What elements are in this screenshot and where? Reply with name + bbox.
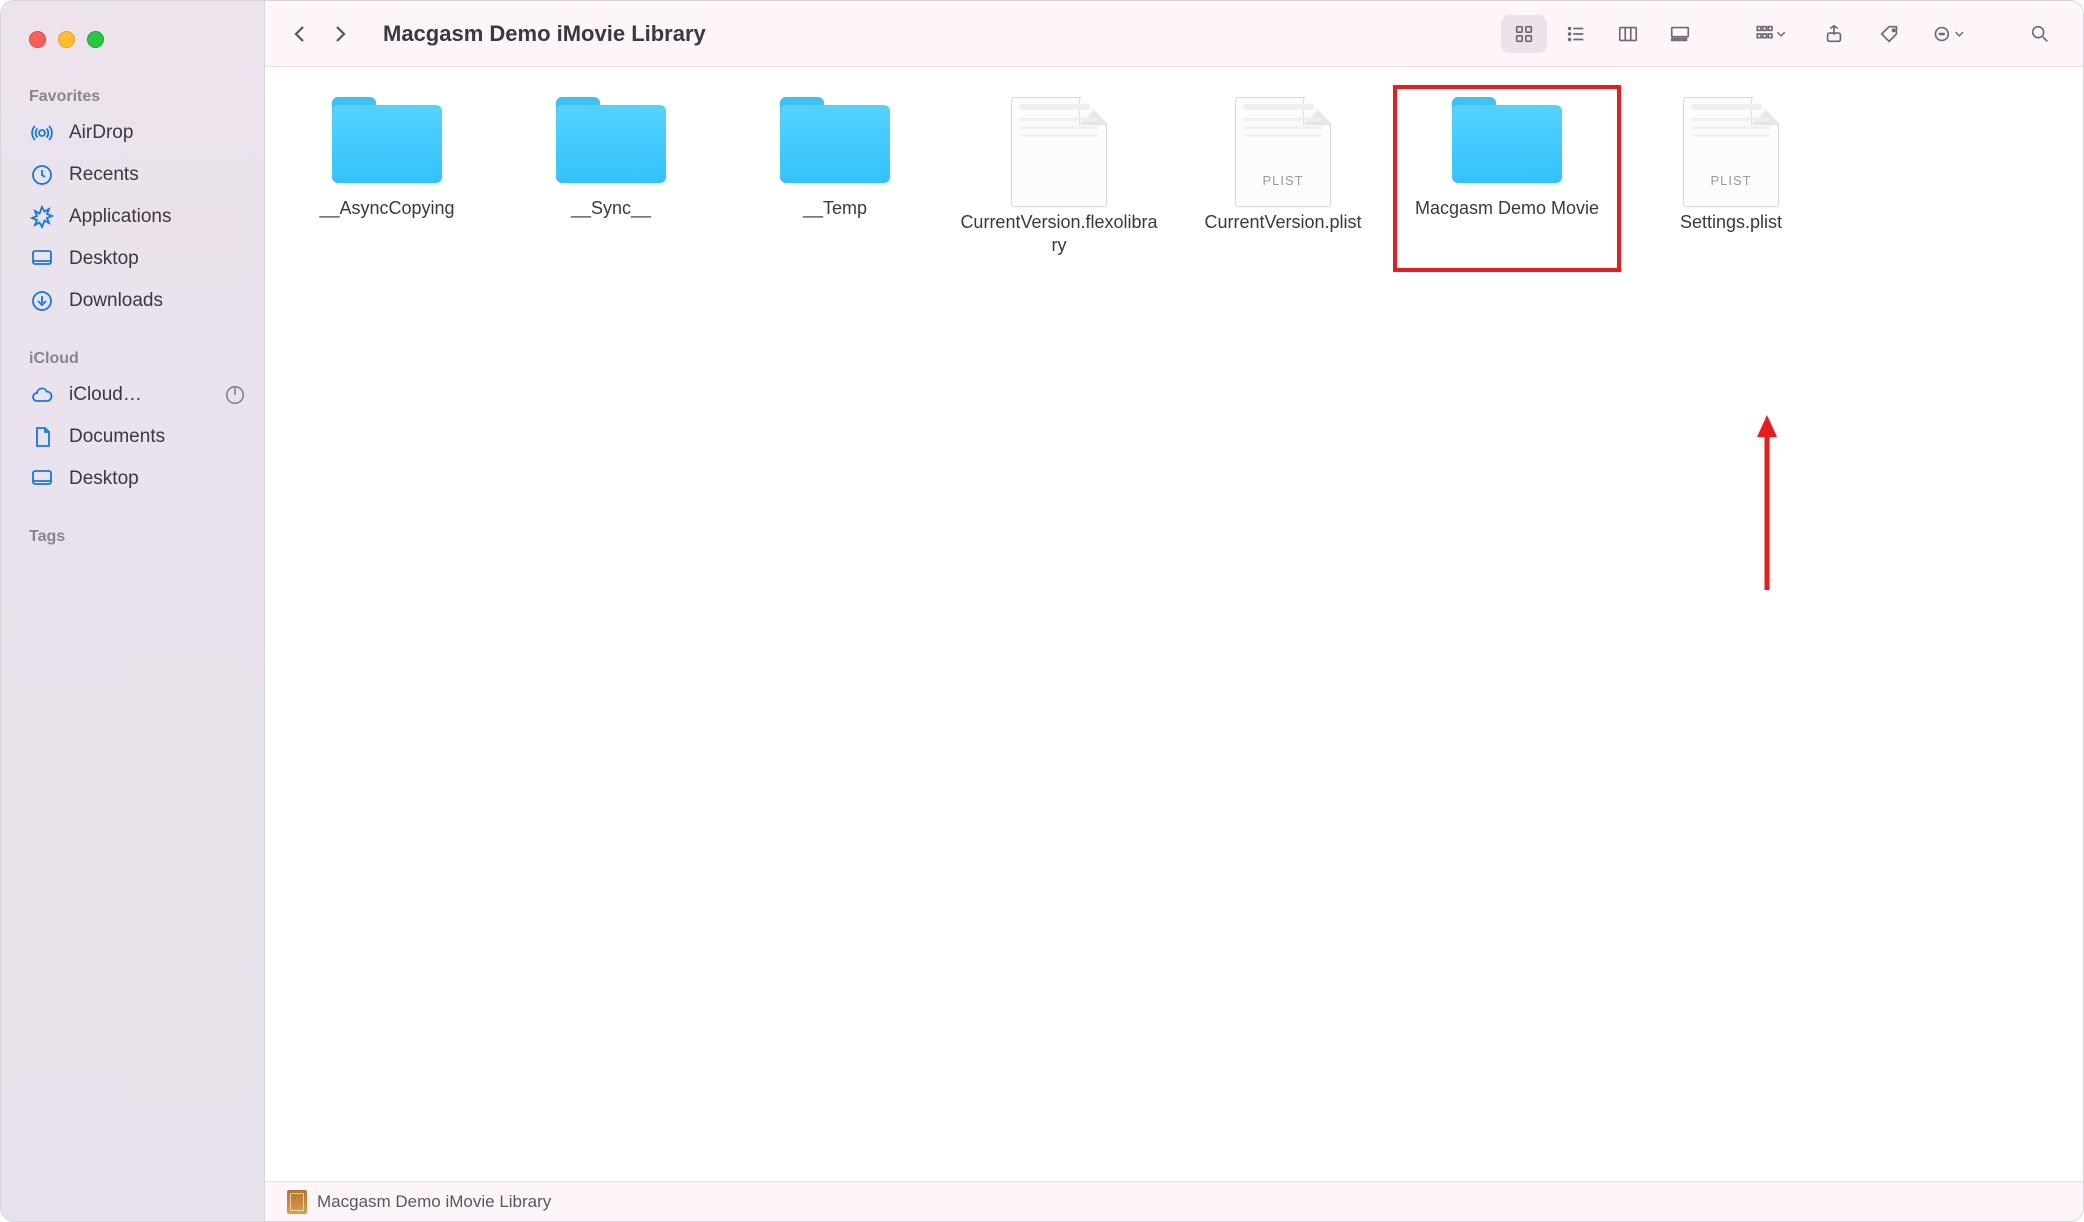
file-item[interactable]: PLIST CurrentVersion.plist bbox=[1171, 87, 1395, 270]
item-label: CurrentVersion.plist bbox=[1204, 211, 1361, 234]
sidebar: Favorites AirDrop Recents bbox=[1, 1, 265, 1221]
window-controls bbox=[1, 13, 264, 78]
minimize-window-button[interactable] bbox=[58, 31, 75, 48]
folder-icon bbox=[1452, 97, 1562, 183]
share-button[interactable] bbox=[1811, 15, 1857, 53]
item-label: CurrentVersion.flexolibrary bbox=[959, 211, 1159, 256]
group-by-button[interactable] bbox=[1741, 15, 1801, 53]
sidebar-item-label: Recents bbox=[69, 164, 139, 186]
folder-icon bbox=[780, 97, 890, 183]
item-label: Settings.plist bbox=[1680, 211, 1782, 234]
file-icon: PLIST bbox=[1235, 97, 1331, 207]
back-button[interactable] bbox=[285, 14, 315, 54]
file-item[interactable]: CurrentVersion.flexolibrary bbox=[947, 87, 1171, 270]
sidebar-item-label: Desktop bbox=[69, 468, 139, 490]
sidebar-section-tags: Tags bbox=[1, 518, 264, 552]
library-icon bbox=[287, 1190, 307, 1214]
file-icon bbox=[1011, 97, 1107, 207]
path-bar[interactable]: Macgasm Demo iMovie Library bbox=[265, 1181, 2083, 1221]
applications-icon bbox=[29, 204, 55, 230]
desktop-icon bbox=[29, 246, 55, 272]
sidebar-item-label: Documents bbox=[69, 426, 165, 448]
folder-icon bbox=[332, 97, 442, 183]
list-view-button[interactable] bbox=[1553, 15, 1599, 53]
file-badge: PLIST bbox=[1236, 173, 1330, 188]
toolbar: Macgasm Demo iMovie Library bbox=[265, 1, 2083, 67]
tags-button[interactable] bbox=[1867, 15, 1913, 53]
document-icon bbox=[29, 424, 55, 450]
action-menu-button[interactable] bbox=[1923, 15, 1979, 53]
forward-button[interactable] bbox=[325, 14, 355, 54]
sidebar-item-recents[interactable]: Recents bbox=[1, 154, 264, 196]
sidebar-section-icloud: iCloud bbox=[1, 340, 264, 374]
clock-icon bbox=[29, 162, 55, 188]
item-label: Macgasm Demo Movie bbox=[1415, 197, 1599, 220]
sidebar-item-desktop[interactable]: Desktop bbox=[1, 238, 264, 280]
sidebar-item-label: AirDrop bbox=[69, 122, 133, 144]
close-window-button[interactable] bbox=[29, 31, 46, 48]
file-item[interactable]: PLIST Settings.plist bbox=[1619, 87, 1843, 270]
folder-item[interactable]: __AsyncCopying bbox=[275, 87, 499, 270]
sidebar-item-desktop-icloud[interactable]: Desktop bbox=[1, 458, 264, 500]
window-title: Macgasm Demo iMovie Library bbox=[383, 21, 706, 47]
folder-icon bbox=[556, 97, 666, 183]
fullscreen-window-button[interactable] bbox=[87, 31, 104, 48]
sync-progress-icon bbox=[224, 384, 246, 406]
sidebar-item-label: Downloads bbox=[69, 290, 163, 312]
sidebar-item-label: iCloud… bbox=[69, 384, 142, 406]
folder-item[interactable]: __Temp bbox=[723, 87, 947, 270]
sidebar-item-label: Desktop bbox=[69, 248, 139, 270]
folder-item-highlighted[interactable]: Macgasm Demo Movie bbox=[1395, 87, 1619, 270]
file-badge: PLIST bbox=[1684, 173, 1778, 188]
sidebar-item-label: Applications bbox=[69, 206, 171, 228]
annotation-arrow-icon bbox=[1755, 415, 1779, 595]
sidebar-item-downloads[interactable]: Downloads bbox=[1, 280, 264, 322]
finder-window: Favorites AirDrop Recents bbox=[0, 0, 2084, 1222]
item-label: __AsyncCopying bbox=[319, 197, 454, 220]
search-button[interactable] bbox=[2017, 15, 2063, 53]
folder-item[interactable]: __Sync__ bbox=[499, 87, 723, 270]
file-grid[interactable]: __AsyncCopying __Sync__ __Temp CurrentVe… bbox=[265, 67, 2083, 1181]
main-pane: Macgasm Demo iMovie Library bbox=[265, 1, 2083, 1221]
download-icon bbox=[29, 288, 55, 314]
item-label: __Sync__ bbox=[571, 197, 651, 220]
column-view-button[interactable] bbox=[1605, 15, 1651, 53]
cloud-icon bbox=[29, 382, 55, 408]
sidebar-item-airdrop[interactable]: AirDrop bbox=[1, 112, 264, 154]
sidebar-item-icloud-drive[interactable]: iCloud… bbox=[1, 374, 264, 416]
path-label: Macgasm Demo iMovie Library bbox=[317, 1192, 551, 1212]
airdrop-icon bbox=[29, 120, 55, 146]
sidebar-section-favorites: Favorites bbox=[1, 78, 264, 112]
desktop-icon bbox=[29, 466, 55, 492]
sidebar-item-applications[interactable]: Applications bbox=[1, 196, 264, 238]
gallery-view-button[interactable] bbox=[1657, 15, 1703, 53]
item-label: __Temp bbox=[803, 197, 867, 220]
file-icon: PLIST bbox=[1683, 97, 1779, 207]
view-mode-group bbox=[1501, 15, 1703, 53]
icon-view-button[interactable] bbox=[1501, 15, 1547, 53]
sidebar-item-documents[interactable]: Documents bbox=[1, 416, 264, 458]
